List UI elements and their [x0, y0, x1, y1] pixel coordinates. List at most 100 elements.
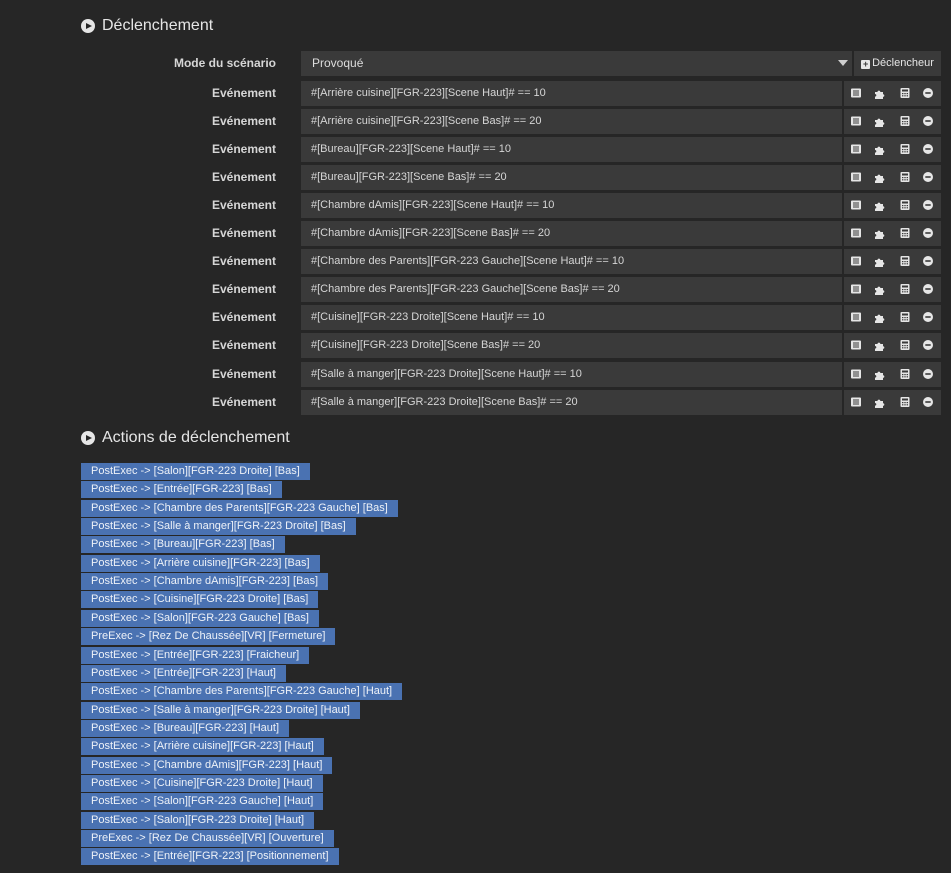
calculator-icon[interactable]	[900, 340, 910, 350]
mode-select-value: Provoqué	[312, 56, 364, 70]
action-tag[interactable]: PostExec -> [Arrière cuisine][FGR-223] […	[81, 738, 324, 755]
action-tag[interactable]: PostExec -> [Bureau][FGR-223] [Haut]	[81, 720, 289, 737]
event-actions-group	[844, 81, 941, 106]
calculator-icon[interactable]	[900, 116, 910, 126]
event-actions-group	[844, 390, 941, 415]
calculator-icon[interactable]	[900, 144, 910, 154]
event-expression-input[interactable]: #[Salle à manger][FGR-223 Droite][Scene …	[301, 362, 842, 387]
action-tag[interactable]: PostExec -> [Entrée][FGR-223] [Haut]	[81, 665, 286, 682]
event-expression-input[interactable]: #[Bureau][FGR-223][Scene Bas]# == 20	[301, 165, 842, 190]
remove-icon[interactable]	[923, 369, 933, 379]
mode-label: Mode du scénario	[173, 56, 276, 70]
remove-icon[interactable]	[923, 256, 933, 266]
action-tag[interactable]: PostExec -> [Bureau][FGR-223] [Bas]	[81, 536, 285, 553]
action-tag[interactable]: PostExec -> [Cuisine][FGR-223 Droite] [B…	[81, 591, 319, 608]
event-label: Evénement	[211, 338, 276, 352]
calculator-icon[interactable]	[900, 284, 910, 294]
action-tag[interactable]: PostExec -> [Chambre des Parents][FGR-22…	[81, 683, 403, 700]
play-circle-icon	[81, 19, 95, 33]
event-expression-input[interactable]: #[Bureau][FGR-223][Scene Haut]# == 10	[301, 137, 842, 162]
event-expression-input[interactable]: #[Salle à manger][FGR-223 Droite][Scene …	[301, 390, 842, 415]
list-icon[interactable]	[851, 256, 861, 266]
puzzle-icon[interactable]	[874, 88, 885, 99]
remove-icon[interactable]	[923, 340, 933, 350]
list-icon[interactable]	[851, 200, 861, 210]
remove-icon[interactable]	[923, 172, 933, 182]
puzzle-icon[interactable]	[874, 397, 885, 408]
triggers-section-title[interactable]: Déclenchement	[81, 17, 213, 35]
mode-select[interactable]: Provoqué	[301, 51, 852, 76]
event-expression-input[interactable]: #[Cuisine][FGR-223 Droite][Scene Haut]# …	[301, 305, 842, 330]
event-label: Evénement	[211, 198, 276, 212]
list-icon[interactable]	[851, 116, 861, 126]
calculator-icon[interactable]	[900, 256, 910, 266]
remove-icon[interactable]	[923, 144, 933, 154]
remove-icon[interactable]	[923, 200, 933, 210]
action-tag[interactable]: PreExec -> [Rez De Chaussée][VR] [Ouvert…	[81, 830, 334, 847]
puzzle-icon[interactable]	[874, 228, 885, 239]
action-tag[interactable]: PostExec -> [Entrée][FGR-223] [Bas]	[81, 481, 282, 498]
calculator-icon[interactable]	[900, 397, 910, 407]
calculator-icon[interactable]	[900, 88, 910, 98]
list-icon[interactable]	[851, 144, 861, 154]
remove-icon[interactable]	[923, 397, 933, 407]
remove-icon[interactable]	[923, 284, 933, 294]
puzzle-icon[interactable]	[874, 369, 885, 380]
action-tag[interactable]: PostExec -> [Salle à manger][FGR-223 Dro…	[81, 518, 356, 535]
puzzle-icon[interactable]	[874, 256, 885, 267]
list-icon[interactable]	[851, 312, 861, 322]
action-tag[interactable]: PostExec -> [Chambre dAmis][FGR-223] [Ha…	[81, 757, 333, 774]
action-tag[interactable]: PostExec -> [Chambre dAmis][FGR-223] [Ba…	[81, 573, 329, 590]
action-tag[interactable]: PostExec -> [Salle à manger][FGR-223 Dro…	[81, 702, 360, 719]
puzzle-icon[interactable]	[874, 144, 885, 155]
action-tag[interactable]: PostExec -> [Cuisine][FGR-223 Droite] [H…	[81, 775, 323, 792]
list-icon[interactable]	[851, 284, 861, 294]
calculator-icon[interactable]	[900, 369, 910, 379]
event-expression-input[interactable]: #[Arrière cuisine][FGR-223][Scene Haut]#…	[301, 81, 842, 106]
calculator-icon[interactable]	[900, 172, 910, 182]
action-tag[interactable]: PostExec -> [Arrière cuisine][FGR-223] […	[81, 555, 320, 572]
list-icon[interactable]	[851, 172, 861, 182]
event-row: Evénement #[Chambre dAmis][FGR-223][Scene…	[0, 193, 951, 218]
remove-icon[interactable]	[923, 116, 933, 126]
event-actions-group	[844, 249, 941, 274]
event-expression-input[interactable]: #[Chambre dAmis][FGR-223][Scene Bas]# ==…	[301, 221, 842, 246]
calculator-icon[interactable]	[900, 228, 910, 238]
puzzle-icon[interactable]	[874, 172, 885, 183]
list-icon[interactable]	[851, 340, 861, 350]
add-trigger-button[interactable]: + Déclencheur	[854, 51, 941, 76]
event-expression-input[interactable]: #[Arrière cuisine][FGR-223][Scene Bas]# …	[301, 109, 842, 134]
event-expression-input[interactable]: #[Cuisine][FGR-223 Droite][Scene Bas]# =…	[301, 333, 842, 358]
list-icon[interactable]	[851, 88, 861, 98]
remove-icon[interactable]	[923, 312, 933, 322]
remove-icon[interactable]	[923, 228, 933, 238]
triggers-title-text: Déclenchement	[102, 17, 214, 34]
event-actions-group	[844, 277, 941, 302]
action-tag[interactable]: PostExec -> [Entrée][FGR-223] [Fraicheur…	[81, 647, 310, 664]
event-actions-group	[844, 165, 941, 190]
event-expression-input[interactable]: #[Chambre dAmis][FGR-223][Scene Haut]# =…	[301, 193, 842, 218]
remove-icon[interactable]	[923, 88, 933, 98]
actions-section-title[interactable]: Actions de déclenchement	[81, 429, 290, 447]
calculator-icon[interactable]	[900, 312, 910, 322]
action-tag[interactable]: PostExec -> [Salon][FGR-223 Gauche] [Bas…	[81, 610, 319, 627]
action-tag[interactable]: PreExec -> [Rez De Chaussée][VR] [Fermet…	[81, 628, 336, 645]
action-tag[interactable]: PostExec -> [Entrée][FGR-223] [Positionn…	[81, 848, 339, 865]
puzzle-icon[interactable]	[874, 116, 885, 127]
event-expression-input[interactable]: #[Chambre des Parents][FGR-223 Gauche][S…	[301, 249, 842, 274]
event-actions-group	[844, 333, 941, 358]
calculator-icon[interactable]	[900, 200, 910, 210]
event-label: Evénement	[211, 86, 276, 100]
action-tag[interactable]: PostExec -> [Salon][FGR-223 Droite] [Hau…	[81, 812, 315, 829]
puzzle-icon[interactable]	[874, 284, 885, 295]
action-tag[interactable]: PostExec -> [Salon][FGR-223 Droite] [Bas…	[81, 463, 310, 480]
action-tag[interactable]: PostExec -> [Salon][FGR-223 Gauche] [Hau…	[81, 793, 324, 810]
list-icon[interactable]	[851, 228, 861, 238]
event-expression-input[interactable]: #[Chambre des Parents][FGR-223 Gauche][S…	[301, 277, 842, 302]
list-icon[interactable]	[851, 369, 861, 379]
action-tag[interactable]: PostExec -> [Chambre des Parents][FGR-22…	[81, 500, 398, 517]
puzzle-icon[interactable]	[874, 312, 885, 323]
puzzle-icon[interactable]	[874, 200, 885, 211]
list-icon[interactable]	[851, 397, 861, 407]
puzzle-icon[interactable]	[874, 340, 885, 351]
